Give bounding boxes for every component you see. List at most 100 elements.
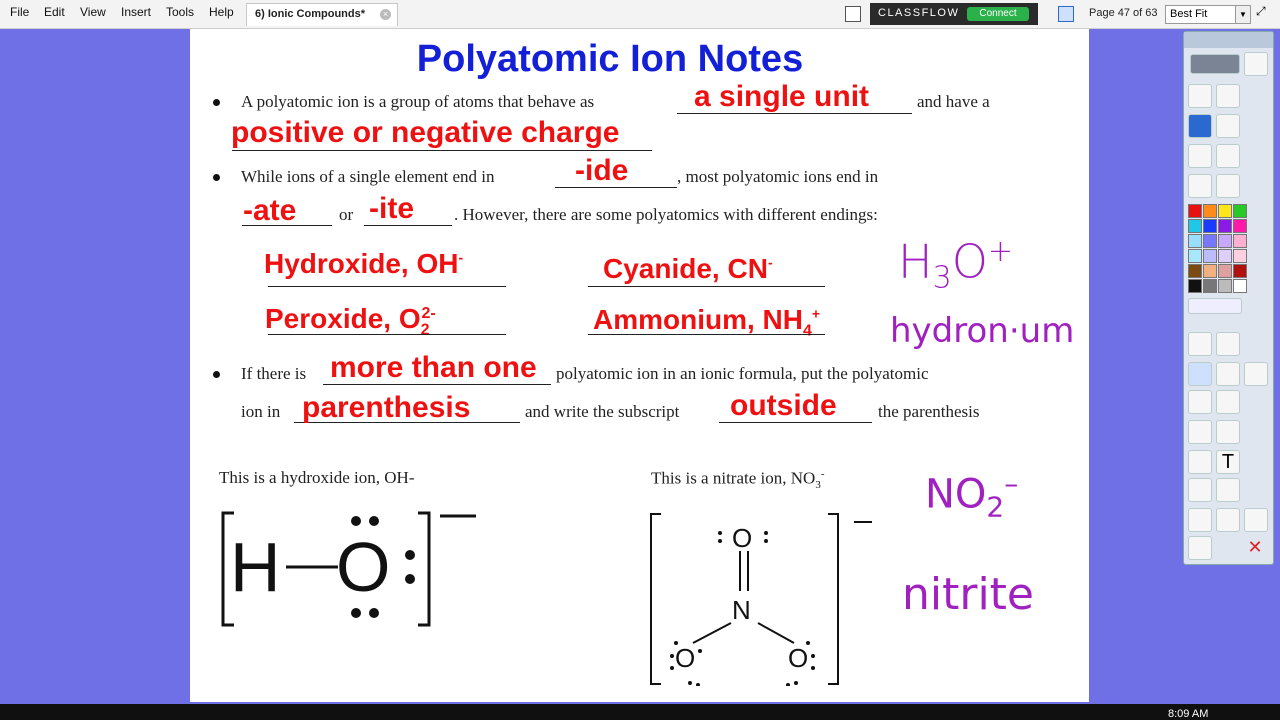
snowflake-icon[interactable] bbox=[1058, 6, 1074, 22]
tab-document[interactable]: 6) Ionic Compounds* × bbox=[246, 3, 398, 26]
bullet2-text-end: . However, there are some polyatomics wi… bbox=[454, 205, 878, 224]
undo-page-icon[interactable] bbox=[1188, 144, 1212, 168]
color-swatch[interactable] bbox=[1218, 264, 1232, 278]
notes-icon[interactable] bbox=[1216, 84, 1240, 108]
color-swatch[interactable] bbox=[1188, 249, 1202, 263]
menu-help[interactable]: Help bbox=[209, 5, 234, 19]
clear-icon[interactable] bbox=[1188, 478, 1212, 502]
camera-icon[interactable] bbox=[1188, 536, 1212, 560]
color-swatch[interactable] bbox=[1218, 219, 1232, 233]
atom-o-left: O bbox=[675, 643, 696, 673]
menu-file[interactable]: File bbox=[10, 5, 29, 19]
play-icon[interactable] bbox=[1188, 174, 1212, 198]
taskbar-clock: 8:09 AM bbox=[1168, 708, 1209, 720]
example-hydroxide: Hydroxide, OH- bbox=[264, 248, 464, 279]
color-swatch[interactable] bbox=[1188, 279, 1202, 293]
color-swatch[interactable] bbox=[1233, 249, 1247, 263]
bullet3-text-end: the parenthesis bbox=[878, 402, 980, 421]
color-swatch[interactable] bbox=[1188, 234, 1202, 248]
scissors-icon[interactable] bbox=[1244, 174, 1266, 196]
bullet1-text: A polyatomic ion is a group of atoms tha… bbox=[241, 92, 595, 111]
menu-insert[interactable]: Insert bbox=[121, 5, 151, 19]
color-swatch[interactable] bbox=[1203, 249, 1217, 263]
close-icon[interactable]: × bbox=[380, 9, 391, 20]
color-swatch[interactable] bbox=[1203, 204, 1217, 218]
answer-charge: positive or negative charge bbox=[231, 116, 620, 149]
color-swatch[interactable] bbox=[1203, 264, 1217, 278]
bullet1-text-end: and have a bbox=[917, 92, 990, 111]
clipboard-icon[interactable] bbox=[1244, 508, 1268, 532]
fill-icon[interactable] bbox=[1216, 390, 1240, 414]
bullet-dot bbox=[213, 174, 220, 181]
pen-width-selector[interactable] bbox=[1188, 298, 1242, 314]
highlighter-icon[interactable] bbox=[1216, 362, 1240, 386]
color-swatch[interactable] bbox=[1203, 279, 1217, 293]
color-swatch[interactable] bbox=[1203, 234, 1217, 248]
redo-page-icon[interactable] bbox=[1216, 144, 1240, 168]
pen-icon-active[interactable] bbox=[1188, 362, 1212, 386]
shape-icon[interactable] bbox=[1188, 420, 1212, 444]
color-swatch[interactable] bbox=[1233, 234, 1247, 248]
menu-tools[interactable]: Tools bbox=[166, 5, 194, 19]
chevron-down-icon[interactable]: ▼ bbox=[1235, 6, 1250, 23]
answer-single-unit: a single unit bbox=[694, 80, 870, 113]
lock-icon[interactable] bbox=[1244, 144, 1266, 166]
answer-ate: -ate bbox=[243, 194, 297, 227]
color-swatch[interactable] bbox=[1218, 204, 1232, 218]
eraser-icon[interactable] bbox=[1188, 390, 1212, 414]
handwriting-icon[interactable] bbox=[1188, 114, 1212, 138]
magic-ink-icon[interactable] bbox=[1188, 450, 1212, 474]
handwritten-hydronium: hydron·um bbox=[890, 311, 1075, 351]
bullet3-text-mid: polyatomic ion in an ionic formula, put … bbox=[556, 364, 929, 383]
share-icon[interactable] bbox=[1190, 54, 1240, 74]
toolbox-panel: T ✕ bbox=[1183, 31, 1274, 565]
page-sorter-icon[interactable] bbox=[845, 6, 861, 22]
menu-view[interactable]: View bbox=[80, 5, 106, 19]
color-swatch[interactable] bbox=[1218, 234, 1232, 248]
redo-icon[interactable] bbox=[1216, 508, 1240, 532]
slide-canvas[interactable]: Polyatomic Ion Notes A polyatomic ion is… bbox=[190, 29, 1089, 702]
or-text: or bbox=[339, 205, 354, 224]
menu-edit[interactable]: Edit bbox=[44, 5, 65, 19]
undo-icon[interactable] bbox=[1188, 508, 1212, 532]
atom-o: O bbox=[336, 528, 391, 606]
bullet-dot bbox=[213, 371, 220, 378]
color-swatch[interactable] bbox=[1188, 264, 1202, 278]
save-icon[interactable] bbox=[1244, 362, 1268, 386]
color-swatch[interactable] bbox=[1233, 264, 1247, 278]
color-swatch[interactable] bbox=[1218, 279, 1232, 293]
example-ammonium: Ammonium, NH4+ bbox=[593, 304, 821, 340]
flipchart-icon[interactable] bbox=[1188, 84, 1212, 108]
color-swatch[interactable] bbox=[1233, 219, 1247, 233]
globe-icon[interactable] bbox=[1216, 174, 1240, 198]
menu-bar: File Edit View Insert Tools Help 6) Ioni… bbox=[0, 0, 1280, 29]
blank-line bbox=[588, 286, 825, 287]
zoom-value: Best Fit bbox=[1170, 8, 1208, 20]
reset-icon[interactable] bbox=[1216, 478, 1240, 502]
answer-more-than-one: more than one bbox=[330, 351, 537, 384]
color-swatch[interactable] bbox=[1233, 279, 1247, 293]
connect-button[interactable]: Connect bbox=[967, 7, 1029, 21]
text-icon[interactable]: T bbox=[1216, 450, 1240, 474]
color-swatch[interactable] bbox=[1188, 204, 1202, 218]
atom-o-top: O bbox=[732, 523, 753, 553]
connector-icon[interactable] bbox=[1216, 420, 1240, 444]
pen-icon[interactable] bbox=[1244, 52, 1268, 76]
color-swatch[interactable] bbox=[1203, 219, 1217, 233]
resize-icon[interactable]: ⤢ bbox=[1256, 4, 1270, 18]
zoom-select[interactable]: Best Fit ▼ bbox=[1165, 5, 1251, 24]
tab-document-label: 6) Ionic Compounds* bbox=[255, 8, 365, 20]
classflow-panel: CLASSFLOW Connect bbox=[870, 3, 1038, 25]
toolbox-header[interactable] bbox=[1184, 32, 1273, 48]
answer-ide: -ide bbox=[575, 154, 629, 187]
color-swatch[interactable] bbox=[1218, 249, 1232, 263]
tools-icon[interactable] bbox=[1216, 332, 1240, 356]
handwritten-no2: NO2– bbox=[925, 467, 1019, 524]
lewis-nitrate: O N O O bbox=[648, 511, 878, 686]
color-swatch[interactable] bbox=[1188, 219, 1202, 233]
bullet3-text-3: and write the subscript bbox=[525, 402, 680, 421]
select-icon[interactable] bbox=[1188, 332, 1212, 356]
close-icon[interactable]: ✕ bbox=[1244, 536, 1266, 558]
snowflake-icon[interactable] bbox=[1216, 114, 1240, 138]
color-swatch[interactable] bbox=[1233, 204, 1247, 218]
